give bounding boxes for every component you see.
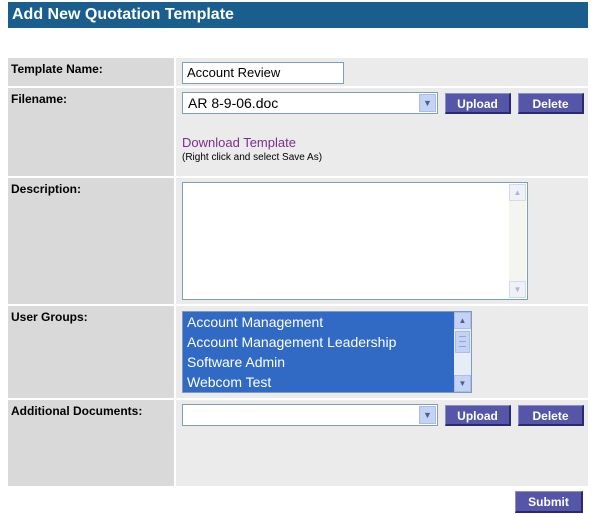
download-template-link[interactable]: Download Template <box>182 135 296 150</box>
filename-delete-button[interactable]: Delete <box>518 93 584 114</box>
user-groups-listbox[interactable]: Account Management Account Management Le… <box>182 311 472 393</box>
user-group-option[interactable]: Software Admin <box>183 352 471 372</box>
user-groups-row: User Groups: Account Management Account … <box>8 306 588 398</box>
user-group-option[interactable]: Account Management <box>183 312 471 332</box>
filename-label: Filename: <box>8 88 174 176</box>
template-name-input[interactable]: Account Review <box>182 62 344 84</box>
user-group-option[interactable]: Webcom Test <box>183 372 471 392</box>
download-hint-text: (Right click and select Save As) <box>182 152 323 163</box>
scroll-up-icon[interactable]: ▲ <box>509 184 526 201</box>
filename-upload-button[interactable]: Upload <box>445 93 511 114</box>
additional-documents-label: Additional Documents: <box>8 400 174 486</box>
description-row: Description: ▲ ▼ <box>8 178 588 304</box>
filename-row: Filename: AR 8-9-06.doc ▼ Upload Delete … <box>8 88 588 176</box>
additional-documents-delete-button[interactable]: Delete <box>518 405 584 426</box>
template-name-row: Template Name: Account Review <box>8 58 588 86</box>
additional-documents-cell: ▼ Upload Delete <box>176 400 588 486</box>
description-label: Description: <box>8 178 174 304</box>
user-groups-cell: Account Management Account Management Le… <box>176 306 588 398</box>
additional-documents-row: Additional Documents: ▼ Upload Delete <box>8 400 588 486</box>
template-name-label: Template Name: <box>8 58 174 86</box>
submit-button[interactable]: Submit <box>515 491 583 513</box>
additional-documents-upload-button[interactable]: Upload <box>445 405 511 426</box>
additional-documents-select[interactable]: ▼ <box>182 404 438 426</box>
user-groups-label: User Groups: <box>8 306 174 398</box>
chevron-down-icon[interactable]: ▼ <box>419 94 436 112</box>
scroll-thumb[interactable] <box>455 331 470 353</box>
filename-select[interactable]: AR 8-9-06.doc ▼ <box>182 92 438 114</box>
description-textarea[interactable]: ▲ ▼ <box>182 182 528 300</box>
scroll-up-icon[interactable]: ▲ <box>454 312 471 329</box>
scroll-down-icon[interactable]: ▼ <box>454 375 471 392</box>
filename-selected-value: AR 8-9-06.doc <box>188 95 279 111</box>
chevron-down-icon[interactable]: ▼ <box>419 406 436 424</box>
filename-cell: AR 8-9-06.doc ▼ Upload Delete Download T… <box>176 88 588 176</box>
description-cell: ▲ ▼ <box>176 178 588 304</box>
page-title: Add New Quotation Template <box>8 2 588 28</box>
template-name-cell: Account Review <box>176 58 588 86</box>
description-scrollbar[interactable]: ▲ ▼ <box>509 184 526 298</box>
scroll-down-icon[interactable]: ▼ <box>509 281 526 298</box>
user-group-option[interactable]: Account Management Leadership <box>183 332 471 352</box>
user-groups-scrollbar[interactable]: ▲ ▼ <box>454 312 471 392</box>
